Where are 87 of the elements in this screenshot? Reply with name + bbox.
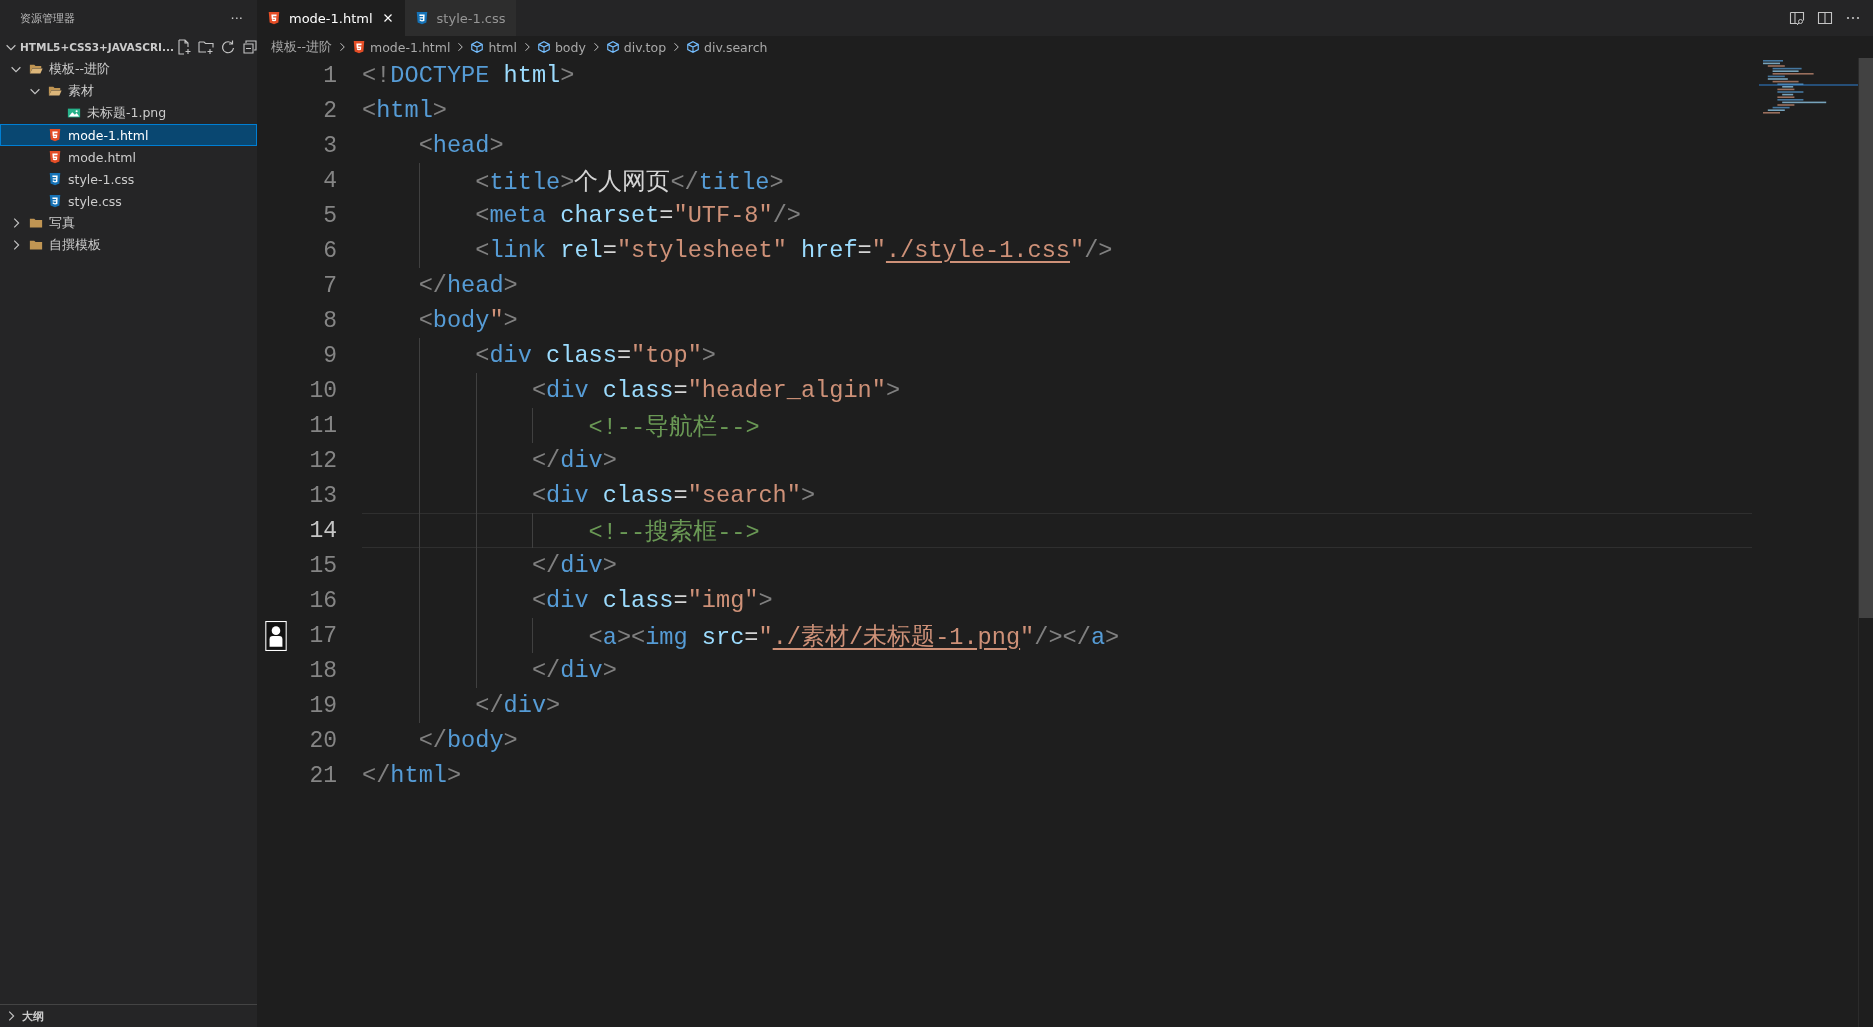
line-number: 19 (309, 692, 337, 719)
preview-icon[interactable] (1789, 10, 1805, 26)
breadcrumb-item[interactable]: 模板--进阶 (271, 38, 333, 56)
line-number: 4 (323, 167, 337, 194)
tree-item[interactable]: 素材 (0, 80, 257, 102)
line-number: 1 (323, 62, 337, 89)
line-number: 14 (309, 517, 337, 544)
code-line: <title>个人网页</title> (474, 167, 784, 197)
line-number: 12 (309, 447, 337, 474)
code-line: <div class="img"> (530, 587, 773, 614)
code-line: </body> (417, 727, 518, 754)
line-number: 10 (309, 377, 337, 404)
code-line: <html> (362, 97, 447, 124)
workspace-title[interactable]: HTML5+CSS3+JAVASCRI... (20, 41, 174, 53)
css-file-icon (48, 172, 62, 186)
line-number: 17 (309, 622, 337, 649)
line-number: 7 (323, 272, 337, 299)
tree-item[interactable]: style-1.css (0, 168, 257, 190)
code-line: <!--导航栏--> (587, 412, 760, 442)
cube-icon (686, 40, 701, 54)
code-line: <meta charset="UTF-8"/> (474, 202, 801, 229)
html-file-icon (267, 11, 281, 25)
split-editor-icon[interactable] (1817, 10, 1833, 26)
cube-icon (536, 40, 551, 54)
line-number: 21 (309, 762, 337, 789)
code-line: </div> (530, 447, 617, 474)
line-number: 13 (309, 482, 337, 509)
code-line: </head> (417, 272, 518, 299)
code-line: <!DOCTYPE html> (362, 62, 575, 89)
refresh-icon[interactable] (219, 39, 236, 55)
code-line: <div class="header_algin"> (530, 377, 901, 404)
html-file-icon (48, 150, 62, 164)
code-line: <head> (417, 132, 504, 159)
css-file-icon (414, 11, 429, 25)
editor-tab[interactable]: style-1.css (404, 0, 516, 36)
line-number: 20 (309, 727, 337, 754)
html-file-icon (48, 128, 62, 142)
open-folder-icon (29, 62, 43, 76)
tree-item[interactable]: style.css (0, 190, 257, 212)
line-number: 2 (323, 97, 337, 124)
more-button[interactable]: ··· (226, 10, 247, 26)
tree-item[interactable]: 模板--进阶 (0, 58, 257, 80)
folder-icon (29, 216, 43, 230)
line-number: 18 (309, 657, 337, 684)
code-line: <div class="top"> (474, 342, 716, 369)
line-number: 6 (323, 237, 337, 264)
line-number: 16 (309, 587, 337, 614)
tree-item[interactable]: 写真 (0, 212, 257, 234)
code-line: </div> (474, 692, 561, 719)
open-folder-icon (48, 84, 62, 98)
html-file-icon (352, 40, 367, 54)
line-number: 5 (323, 202, 337, 229)
editor-tab[interactable]: mode-1.html (257, 0, 405, 36)
breadcrumb-item[interactable]: div.top (623, 39, 667, 55)
cube-icon (605, 40, 620, 54)
code-line: </html> (362, 762, 462, 789)
outline-section-title[interactable]: 大纲 (22, 1008, 44, 1024)
breadcrumb-item[interactable]: div.search (704, 39, 768, 55)
line-number: 8 (323, 307, 337, 334)
tree-item[interactable]: mode-1.html (0, 124, 257, 146)
image-file-icon (67, 106, 81, 120)
line-number: 15 (309, 552, 337, 579)
line-number: 9 (323, 342, 337, 369)
sidebar-title: 资源管理器 (20, 10, 75, 26)
code-line: <!--搜索框--> (587, 517, 760, 547)
line-number: 3 (323, 132, 337, 159)
breadcrumb-item[interactable]: html (488, 39, 517, 55)
code-line: <div class="search"> (530, 482, 816, 509)
new-file-icon[interactable] (175, 39, 192, 55)
scrollbar[interactable] (1858, 58, 1873, 1027)
scrollbar-thumb[interactable] (1859, 58, 1873, 618)
code-line: <body"> (417, 307, 518, 334)
breadcrumb-item[interactable]: mode-1.html (370, 39, 451, 55)
breadcrumb-item[interactable]: body (554, 39, 586, 55)
tree-item[interactable]: mode.html (0, 146, 257, 168)
code-line: </div> (530, 552, 617, 579)
tree-item[interactable]: 未标题-1.png (0, 102, 257, 124)
folder-icon (29, 238, 43, 252)
line-number: 11 (309, 412, 337, 439)
tree-item[interactable]: 自撰模板 (0, 234, 257, 256)
code-line: <a><img src="./素材/未标题-1.png"/></a> (587, 622, 1120, 652)
collapse-all-icon[interactable] (241, 39, 258, 55)
code-line: <link rel="stylesheet" href="./style-1.css"/> (474, 237, 1113, 264)
new-folder-icon[interactable] (197, 39, 214, 55)
code-line: </div> (530, 657, 617, 684)
cube-icon (470, 40, 485, 54)
css-file-icon (48, 194, 62, 208)
